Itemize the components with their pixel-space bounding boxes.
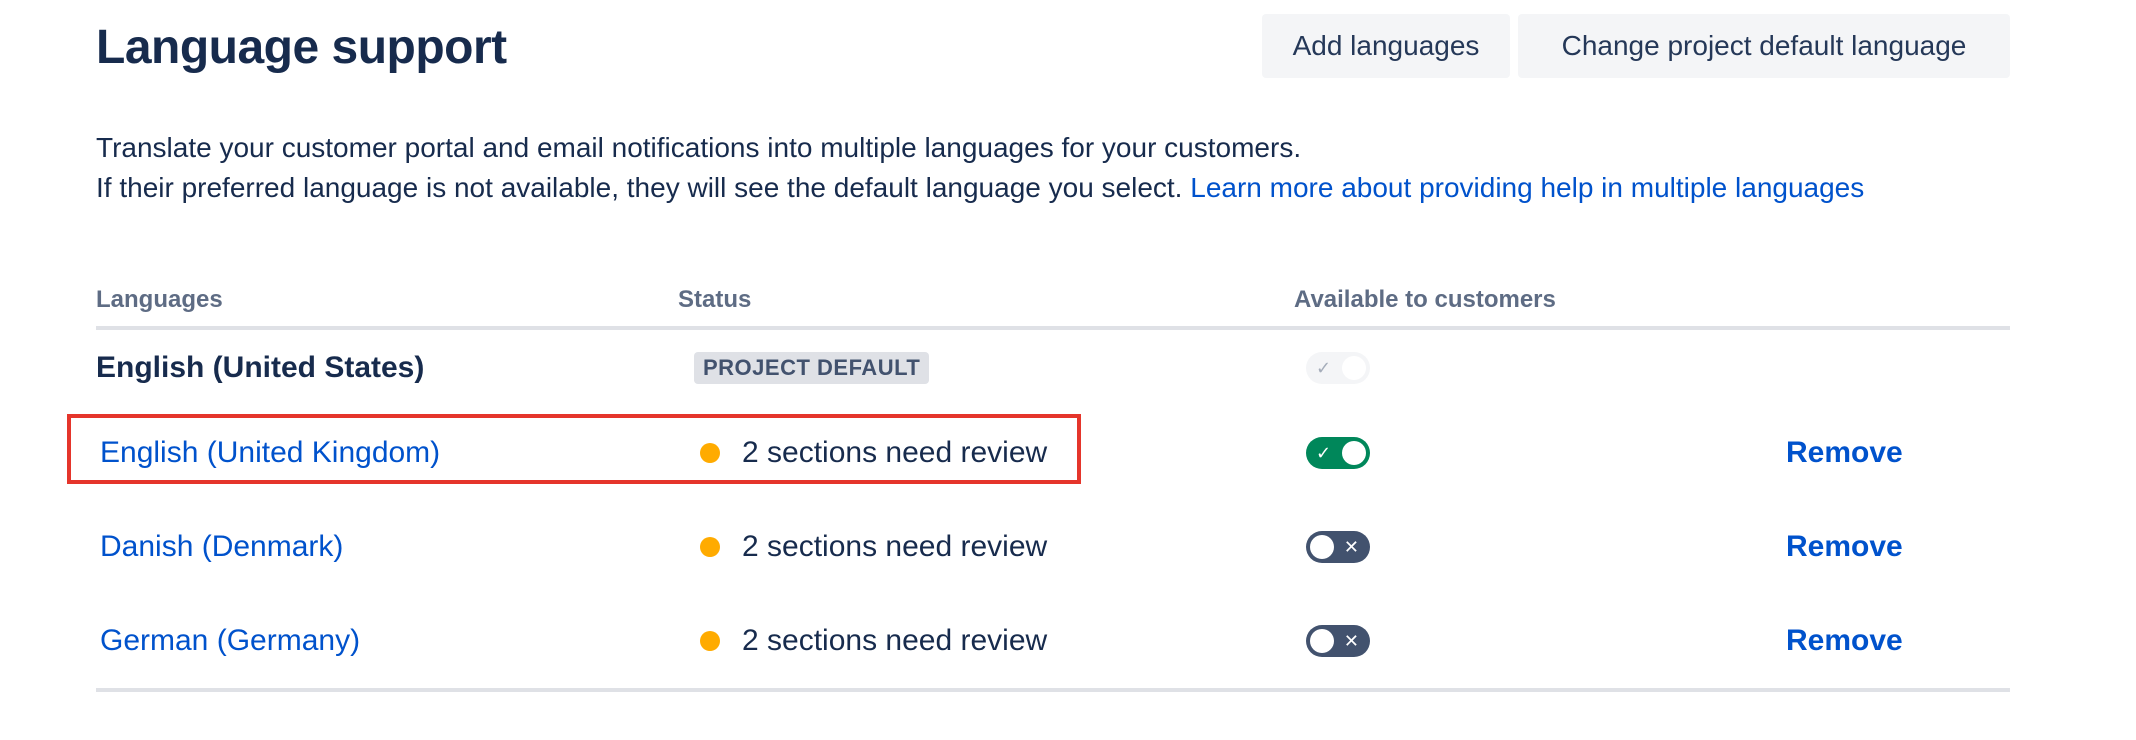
description-line-2: If their preferred language is not avail… xyxy=(96,172,1191,203)
learn-more-link[interactable]: Learn more about providing help in multi… xyxy=(1190,172,1864,203)
status-cell: 2 sections need review xyxy=(700,624,1047,658)
toggle-knob xyxy=(1342,441,1366,465)
table-row: English (United Kingdom) 2 sections need… xyxy=(96,406,2010,500)
change-default-language-button[interactable]: Change project default language xyxy=(1518,14,2010,78)
status-cell: 2 sections need review xyxy=(700,436,1047,470)
status-text: 2 sections need review xyxy=(742,530,1048,563)
remove-button[interactable]: Remove xyxy=(1786,530,1903,564)
remove-button[interactable]: Remove xyxy=(1786,624,1903,658)
toggle-knob xyxy=(1310,535,1334,559)
status-dot-icon xyxy=(700,443,720,463)
table-header: Languages Status Available to customers xyxy=(96,278,2010,330)
language-link[interactable]: Danish (Denmark) xyxy=(100,530,343,564)
add-languages-button[interactable]: Add languages xyxy=(1262,14,1510,78)
page-title: Language support xyxy=(96,21,507,74)
availability-toggle[interactable]: ✕ xyxy=(1306,531,1370,563)
check-icon: ✓ xyxy=(1316,443,1332,463)
status-dot-icon xyxy=(700,631,720,651)
status-dot-icon xyxy=(700,537,720,557)
toggle-knob xyxy=(1310,629,1334,653)
toggle-knob xyxy=(1342,356,1366,380)
check-icon: ✓ xyxy=(1316,358,1332,378)
cross-icon: ✕ xyxy=(1343,631,1359,651)
language-link[interactable]: English (United Kingdom) xyxy=(100,436,440,470)
project-default-badge: PROJECT DEFAULT xyxy=(694,352,930,384)
page-description: Translate your customer portal and email… xyxy=(96,128,1864,208)
status-cell: 2 sections need review xyxy=(700,530,1047,564)
availability-toggle[interactable]: ✓ xyxy=(1306,437,1370,469)
table-row-default: English (United States) PROJECT DEFAULT … xyxy=(96,330,2010,406)
language-name: English (United States) xyxy=(96,351,425,384)
description-line-1: Translate your customer portal and email… xyxy=(96,132,1302,163)
languages-table: Languages Status Available to customers … xyxy=(96,278,2010,692)
column-header-status: Status xyxy=(678,286,752,313)
availability-toggle[interactable]: ✕ xyxy=(1306,625,1370,657)
table-row: German (Germany) 2 sections need review … xyxy=(96,594,2010,688)
remove-button[interactable]: Remove xyxy=(1786,436,1903,470)
cross-icon: ✕ xyxy=(1343,537,1359,557)
availability-toggle-disabled: ✓ xyxy=(1306,352,1370,384)
column-header-available: Available to customers xyxy=(1294,286,1556,313)
language-link[interactable]: German (Germany) xyxy=(100,624,360,658)
status-text: 2 sections need review xyxy=(742,436,1048,469)
status-text: 2 sections need review xyxy=(742,624,1048,657)
table-row: Danish (Denmark) 2 sections need review … xyxy=(96,500,2010,594)
table-bottom-border xyxy=(96,688,2010,692)
column-header-languages: Languages xyxy=(96,286,223,313)
